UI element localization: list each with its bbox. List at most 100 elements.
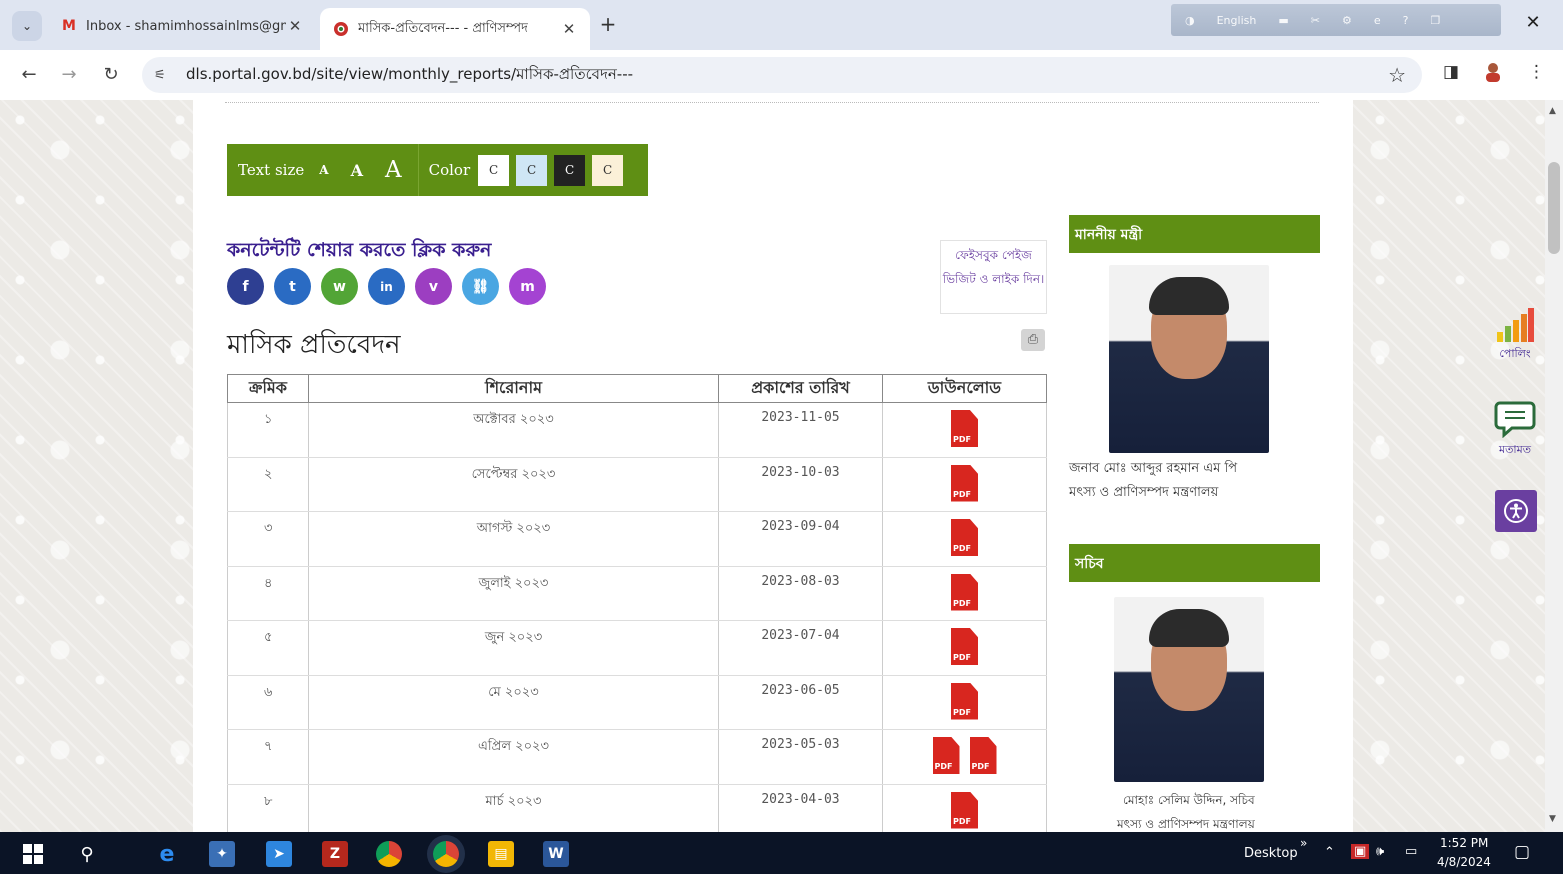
pdf-icon[interactable]: PDF xyxy=(951,791,978,829)
pdf-icon[interactable]: PDF xyxy=(951,464,978,502)
print-icon[interactable]: ⎙ xyxy=(1021,329,1045,351)
messenger-share-icon[interactable]: m xyxy=(509,268,546,305)
toolbar-expand-icon[interactable]: » xyxy=(1300,836,1307,850)
linkedin-share-icon[interactable]: in xyxy=(368,268,405,305)
scrollbar-thumb[interactable] xyxy=(1548,162,1560,254)
word-icon[interactable]: W xyxy=(543,841,569,867)
pdf-icon[interactable]: PDF xyxy=(951,628,978,665)
chat-bubble-icon xyxy=(1494,401,1536,439)
tab-inbox[interactable]: M Inbox - shamimhossainlms@gm ✕ xyxy=(48,8,316,44)
row-title: সেপ্টেম্বর ২০২৩ xyxy=(308,457,719,512)
color-cream-button[interactable]: C xyxy=(592,154,624,186)
pdf-label: PDF xyxy=(953,598,971,608)
side-panel-icon[interactable]: ◨ xyxy=(1443,62,1459,82)
search-icon[interactable]: ⚲ xyxy=(74,841,100,867)
help-icon[interactable]: ? xyxy=(1403,14,1409,27)
close-tab-icon[interactable]: ✕ xyxy=(560,20,578,38)
divider xyxy=(417,144,419,196)
row-date: 2023-07-04 xyxy=(718,620,883,676)
feedback-widget[interactable]: মতামত xyxy=(1492,400,1538,460)
pdf-icon[interactable]: PDF xyxy=(969,737,997,774)
poll-bars-icon xyxy=(1497,308,1534,342)
pdf-icon[interactable]: PDF xyxy=(951,573,978,611)
ie-icon[interactable]: e xyxy=(1374,14,1381,27)
tab-monthly-reports[interactable]: মাসিক-প্রতিবেদন--- - প্রাণিসম্পদ ✕ xyxy=(320,8,590,50)
color-blue-button[interactable]: C xyxy=(516,154,548,186)
accessibility-widget[interactable] xyxy=(1495,490,1537,532)
row-date: 2023-10-03 xyxy=(718,457,883,512)
facebook-share-icon[interactable]: f xyxy=(227,268,264,305)
desktop-label[interactable]: Desktop xyxy=(1244,846,1298,861)
color-dark-button[interactable]: C xyxy=(554,154,586,186)
pdf-icon[interactable]: PDF xyxy=(932,737,960,774)
filezilla-icon[interactable]: Z xyxy=(322,841,348,867)
accessibility-bar: Text size A A A Color C C C C xyxy=(227,144,648,196)
app-icon[interactable]: ✦ xyxy=(209,841,235,867)
close-tab-icon[interactable]: ✕ xyxy=(286,17,304,35)
chrome-icon[interactable] xyxy=(376,841,402,867)
show-hidden-icons-icon[interactable]: ⌃ xyxy=(1324,845,1335,860)
restore-icon[interactable]: ❐ xyxy=(1430,14,1440,27)
row-serial: ৬ xyxy=(227,675,309,730)
table-row: ৫ জুন ২০২৩ 2023-07-04 PDF xyxy=(227,620,1047,676)
window-close-button[interactable]: ✕ xyxy=(1520,12,1546,38)
row-title: জুলাই ২০২৩ xyxy=(308,566,719,621)
edge-icon[interactable]: e xyxy=(154,841,180,867)
back-button[interactable]: ← xyxy=(16,63,42,87)
tab-title: মাসিক-প্রতিবেদন--- - প্রাণিসম্পদ xyxy=(358,20,528,36)
minimize-icon[interactable]: ▬ xyxy=(1278,14,1288,27)
page-scrollbar[interactable]: ▲ ▼ xyxy=(1545,100,1563,832)
omnibox[interactable]: ⚟ dls.portal.gov.bd/site/view/monthly_re… xyxy=(142,57,1422,93)
twitter-share-icon[interactable]: t xyxy=(274,268,311,305)
url-text[interactable]: dls.portal.gov.bd/site/view/monthly_repo… xyxy=(186,63,633,88)
copy-link-icon[interactable]: ⛓ xyxy=(462,268,499,305)
text-size-label: Text size xyxy=(238,161,305,179)
browser-menu-icon[interactable]: ⋮ xyxy=(1528,62,1545,82)
network-icon[interactable]: ▭ xyxy=(1405,844,1417,859)
new-tab-button[interactable]: + xyxy=(596,12,620,36)
table-row: ৩ আগস্ট ২০২৩ 2023-09-04 PDF xyxy=(227,511,1047,567)
row-serial: ৩ xyxy=(227,511,309,567)
notifications-icon[interactable]: ▢ xyxy=(1514,842,1530,862)
tray-app-icon[interactable]: ▣ xyxy=(1351,844,1370,859)
profile-avatar[interactable] xyxy=(1484,62,1502,87)
color-white-button[interactable]: C xyxy=(478,154,510,186)
language-label[interactable]: English xyxy=(1217,14,1257,27)
bookmark-star-icon[interactable]: ☆ xyxy=(1388,63,1406,87)
scroll-up-icon[interactable]: ▲ xyxy=(1549,106,1556,116)
table-row: ১ অক্টোবর ২০২৩ 2023-11-05 PDF xyxy=(227,402,1047,458)
tab-search-dropdown[interactable]: ⌄ xyxy=(12,11,42,41)
app-icon[interactable]: ➤ xyxy=(266,841,292,867)
row-date: 2023-08-03 xyxy=(718,566,883,621)
chrome-active-icon[interactable] xyxy=(433,841,459,867)
whatsapp-share-icon[interactable]: w xyxy=(321,268,358,305)
pdf-icon[interactable]: PDF xyxy=(951,519,978,556)
text-size-small-button[interactable]: A xyxy=(319,163,328,177)
text-size-medium-button[interactable]: A xyxy=(351,161,363,180)
file-explorer-icon[interactable]: ▤ xyxy=(488,841,514,867)
row-download: PDF xyxy=(882,675,1047,730)
pin-icon[interactable]: ✂ xyxy=(1311,14,1320,27)
poll-widget[interactable]: পোলিং xyxy=(1492,308,1538,364)
settings-icon[interactable]: ⚙ xyxy=(1342,14,1352,27)
pdf-icon[interactable]: PDF xyxy=(951,410,978,447)
reload-button[interactable]: ↻ xyxy=(98,63,124,87)
clock-time[interactable]: 1:52 PM xyxy=(1440,836,1488,850)
scroll-down-icon[interactable]: ▼ xyxy=(1549,814,1556,824)
forward-button[interactable]: → xyxy=(56,63,82,87)
viber-share-icon[interactable]: v xyxy=(415,268,452,305)
windows-start-icon[interactable] xyxy=(20,841,46,867)
text-size-large-button[interactable]: A xyxy=(385,157,402,183)
row-download: PDF xyxy=(882,402,1047,458)
clock-date[interactable]: 4/8/2024 xyxy=(1437,855,1491,869)
facebook-page-link[interactable]: ফেইসবুক পেইজ ভিজিট ও লাইক দিন। xyxy=(940,240,1047,314)
volume-icon[interactable]: 🕪 xyxy=(1376,844,1384,859)
site-info-icon[interactable]: ⚟ xyxy=(154,68,176,83)
row-download: PDF xyxy=(882,620,1047,676)
minister-photo xyxy=(1109,265,1269,453)
pdf-label: PDF xyxy=(953,435,971,444)
pdf-label: PDF xyxy=(971,762,990,771)
column-header-serial: ক্রমিক xyxy=(227,374,309,403)
extension-icon[interactable]: ◑ xyxy=(1185,14,1195,27)
pdf-icon[interactable]: PDF xyxy=(951,682,978,720)
